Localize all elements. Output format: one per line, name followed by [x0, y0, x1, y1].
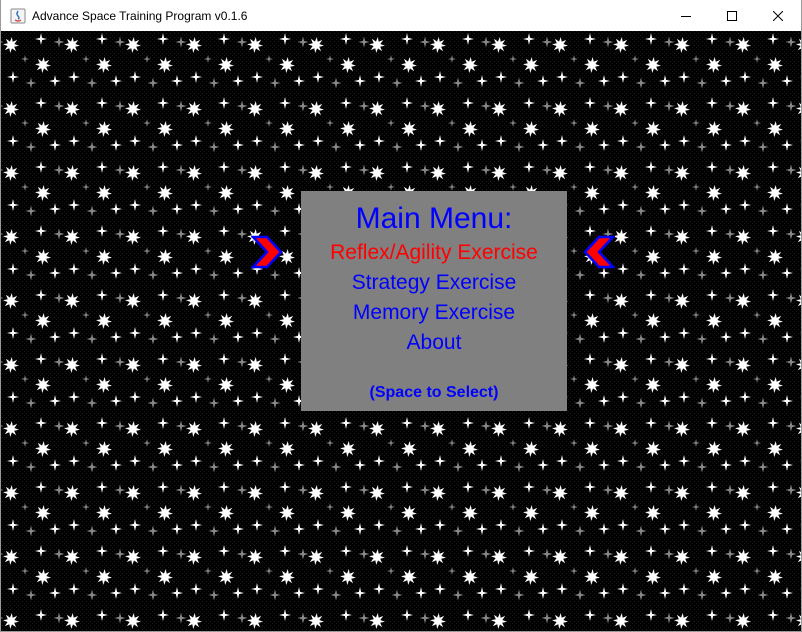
select-hint: (Space to Select)	[369, 384, 499, 401]
chevron-left-icon	[583, 235, 615, 269]
menu-item-reflex-agility[interactable]: Reflex/Agility Exercise	[281, 240, 587, 266]
window-controls	[663, 0, 801, 31]
maximize-button[interactable]	[709, 0, 755, 31]
close-icon	[773, 10, 783, 21]
close-button[interactable]	[755, 0, 801, 31]
maximize-icon	[727, 10, 737, 21]
main-menu-panel: Main Menu: Reflex/Agility Exercise Strat…	[301, 191, 567, 411]
menu-title: Main Menu:	[355, 202, 513, 235]
title-bar[interactable]: Advance Space Training Program v0.1.6	[1, 0, 801, 31]
menu-item-memory[interactable]: Memory Exercise	[281, 300, 587, 326]
menu-item-strategy[interactable]: Strategy Exercise	[281, 270, 587, 296]
chevron-right-icon	[251, 235, 283, 269]
game-canvas[interactable]: Main Menu: Reflex/Agility Exercise Strat…	[1, 31, 801, 631]
minimize-icon	[681, 15, 691, 17]
minimize-button[interactable]	[663, 0, 709, 31]
app-window: Advance Space Training Program v0.1.6 Ma…	[0, 0, 802, 632]
menu-item-about[interactable]: About	[281, 330, 587, 356]
java-app-icon	[10, 8, 26, 23]
window-title: Advance Space Training Program v0.1.6	[32, 8, 248, 23]
